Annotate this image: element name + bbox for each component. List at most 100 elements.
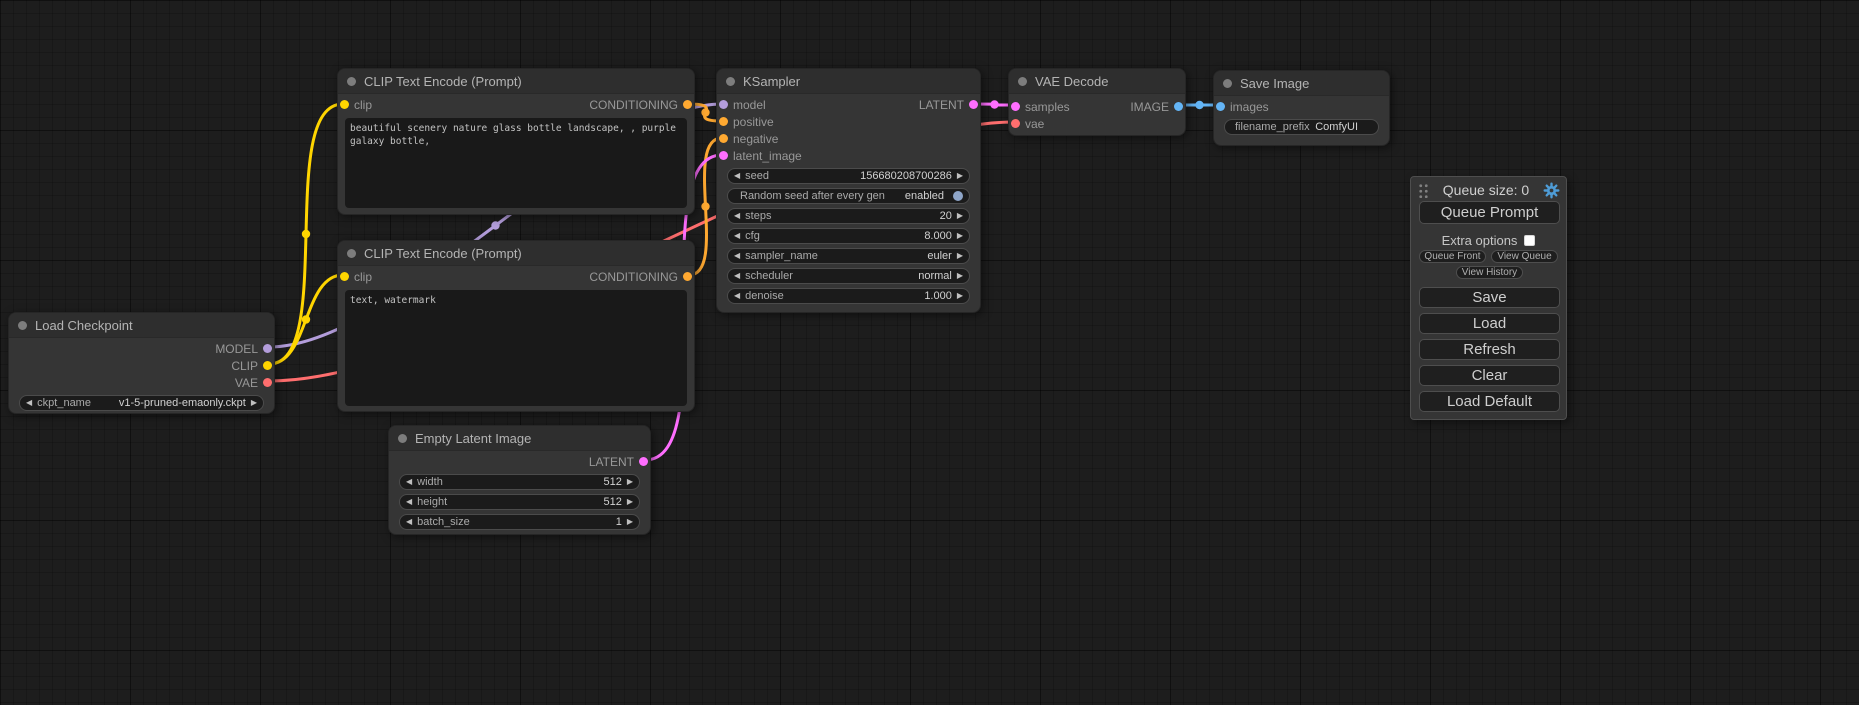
vae-slot-dot[interactable] <box>1011 119 1020 128</box>
view-history-button[interactable]: View History <box>1456 266 1523 279</box>
load-default-button[interactable]: Load Default <box>1419 391 1560 412</box>
extra-options-checkbox[interactable] <box>1524 235 1535 246</box>
combo-left-arrow-icon[interactable]: ◀ <box>734 232 740 240</box>
queue-front-button[interactable]: Queue Front <box>1419 250 1486 263</box>
combo-right-arrow-icon[interactable]: ▶ <box>957 172 963 180</box>
combo-left-arrow-icon[interactable]: ◀ <box>734 212 740 220</box>
combo-right-arrow-icon[interactable]: ▶ <box>627 478 633 486</box>
node-title-bar[interactable]: CLIP Text Encode (Prompt) <box>338 241 694 266</box>
combo-right-arrow-icon[interactable]: ▶ <box>957 292 963 300</box>
output-slot-vae[interactable]: VAE <box>235 376 272 390</box>
combo-left-arrow-icon[interactable]: ◀ <box>734 272 740 280</box>
toggle-dot[interactable] <box>953 191 963 201</box>
seed-combo-widget[interactable]: ◀ seed 156680208700286 ▶ <box>727 168 970 184</box>
conditioning-slot-dot[interactable] <box>683 272 692 281</box>
combo-right-arrow-icon[interactable]: ▶ <box>957 232 963 240</box>
combo-left-arrow-icon[interactable]: ◀ <box>734 252 740 260</box>
filename-prefix-text-widget[interactable]: filename_prefix ComfyUI <box>1224 119 1379 135</box>
output-slot-model[interactable]: MODEL <box>215 342 272 356</box>
input-slot-clip[interactable]: clip <box>340 270 372 284</box>
combo-left-arrow-icon[interactable]: ◀ <box>734 292 740 300</box>
node-clip-text-encode-positive[interactable]: CLIP Text Encode (Prompt) clip CONDITION… <box>337 68 695 215</box>
input-slot-positive[interactable]: positive <box>719 115 774 129</box>
conditioning-slot-dot[interactable] <box>683 100 692 109</box>
latent-slot-dot[interactable] <box>639 457 648 466</box>
negative-prompt-textarea[interactable]: text, watermark <box>345 290 687 406</box>
sampler-name-combo-widget[interactable]: ◀ sampler_name euler ▶ <box>727 248 970 264</box>
model-slot-dot[interactable] <box>263 344 272 353</box>
output-slot-latent[interactable]: LATENT <box>919 98 978 112</box>
image-slot-dot[interactable] <box>1216 102 1225 111</box>
node-ksampler[interactable]: KSampler model LATENT positive <box>716 68 981 313</box>
combo-left-arrow-icon[interactable]: ◀ <box>26 399 32 407</box>
output-slot-conditioning[interactable]: CONDITIONING <box>589 270 692 284</box>
combo-left-arrow-icon[interactable]: ◀ <box>406 498 412 506</box>
output-slot-image[interactable]: IMAGE <box>1130 100 1183 114</box>
output-slot-conditioning[interactable]: CONDITIONING <box>589 98 692 112</box>
output-slot-latent[interactable]: LATENT <box>589 455 648 469</box>
model-slot-dot[interactable] <box>719 100 728 109</box>
latent-slot-dot[interactable] <box>719 151 728 160</box>
view-queue-button[interactable]: View Queue <box>1491 250 1558 263</box>
denoise-combo-widget[interactable]: ◀ denoise 1.000 ▶ <box>727 288 970 304</box>
node-title-bar[interactable]: VAE Decode <box>1009 69 1185 94</box>
node-collapse-dot[interactable] <box>1223 79 1232 88</box>
scheduler-combo-widget[interactable]: ◀ scheduler normal ▶ <box>727 268 970 284</box>
node-clip-text-encode-negative[interactable]: CLIP Text Encode (Prompt) clip CONDITION… <box>337 240 695 412</box>
combo-left-arrow-icon[interactable]: ◀ <box>406 478 412 486</box>
node-collapse-dot[interactable] <box>1018 77 1027 86</box>
combo-right-arrow-icon[interactable]: ▶ <box>627 498 633 506</box>
conditioning-slot-dot[interactable] <box>719 117 728 126</box>
node-title-bar[interactable]: Load Checkpoint <box>9 313 274 338</box>
save-button[interactable]: Save <box>1419 287 1560 308</box>
clip-slot-dot[interactable] <box>263 361 272 370</box>
graph-canvas[interactable]: Load Checkpoint MODEL CLIP VAE <box>0 0 1859 705</box>
node-title-bar[interactable]: CLIP Text Encode (Prompt) <box>338 69 694 94</box>
node-title-bar[interactable]: Save Image <box>1214 71 1389 96</box>
menu-drag-handle-icon[interactable] <box>1418 183 1429 198</box>
node-title-bar[interactable]: KSampler <box>717 69 980 94</box>
input-slot-images[interactable]: images <box>1216 100 1269 114</box>
node-collapse-dot[interactable] <box>18 321 27 330</box>
combo-right-arrow-icon[interactable]: ▶ <box>957 212 963 220</box>
refresh-button[interactable]: Refresh <box>1419 339 1560 360</box>
combo-left-arrow-icon[interactable]: ◀ <box>734 172 740 180</box>
settings-gear-icon[interactable] <box>1543 182 1560 199</box>
cfg-combo-widget[interactable]: ◀ cfg 8.000 ▶ <box>727 228 970 244</box>
input-slot-vae[interactable]: vae <box>1011 117 1044 131</box>
input-slot-clip[interactable]: clip <box>340 98 372 112</box>
node-collapse-dot[interactable] <box>726 77 735 86</box>
input-slot-negative[interactable]: negative <box>719 132 778 146</box>
queue-prompt-button[interactable]: Queue Prompt <box>1419 201 1560 224</box>
image-slot-dot[interactable] <box>1174 102 1183 111</box>
node-save-image[interactable]: Save Image images filename_prefix ComfyU… <box>1213 70 1390 146</box>
clip-slot-dot[interactable] <box>340 100 349 109</box>
vae-slot-dot[interactable] <box>263 378 272 387</box>
steps-combo-widget[interactable]: ◀ steps 20 ▶ <box>727 208 970 224</box>
combo-left-arrow-icon[interactable]: ◀ <box>406 518 412 526</box>
conditioning-slot-dot[interactable] <box>719 134 728 143</box>
latent-slot-dot[interactable] <box>1011 102 1020 111</box>
node-vae-decode[interactable]: VAE Decode samples IMAGE vae <box>1008 68 1186 136</box>
batch-size-combo-widget[interactable]: ◀ batch_size 1 ▶ <box>399 514 640 530</box>
node-title-bar[interactable]: Empty Latent Image <box>389 426 650 451</box>
height-combo-widget[interactable]: ◀ height 512 ▶ <box>399 494 640 510</box>
combo-right-arrow-icon[interactable]: ▶ <box>957 272 963 280</box>
input-slot-model[interactable]: model <box>719 98 766 112</box>
node-load-checkpoint[interactable]: Load Checkpoint MODEL CLIP VAE <box>8 312 275 414</box>
positive-prompt-textarea[interactable]: beautiful scenery nature glass bottle la… <box>345 118 687 208</box>
output-slot-clip[interactable]: CLIP <box>231 359 272 373</box>
random-seed-toggle-widget[interactable]: Random seed after every gen enabled <box>727 188 970 204</box>
width-combo-widget[interactable]: ◀ width 512 ▶ <box>399 474 640 490</box>
ckpt-name-combo-widget[interactable]: ◀ ckpt_name v1-5-pruned-emaonly.ckpt ▶ <box>19 395 264 411</box>
clear-button[interactable]: Clear <box>1419 365 1560 386</box>
combo-right-arrow-icon[interactable]: ▶ <box>251 399 257 407</box>
combo-right-arrow-icon[interactable]: ▶ <box>957 252 963 260</box>
load-button[interactable]: Load <box>1419 313 1560 334</box>
node-collapse-dot[interactable] <box>398 434 407 443</box>
input-slot-samples[interactable]: samples <box>1011 100 1070 114</box>
node-collapse-dot[interactable] <box>347 77 356 86</box>
input-slot-latent-image[interactable]: latent_image <box>719 149 802 163</box>
node-collapse-dot[interactable] <box>347 249 356 258</box>
latent-slot-dot[interactable] <box>969 100 978 109</box>
